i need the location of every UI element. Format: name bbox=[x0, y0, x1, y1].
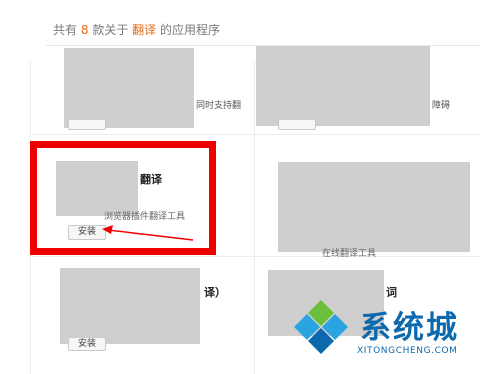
search-keyword: 翻译 bbox=[132, 23, 157, 37]
result-count: 8 bbox=[80, 23, 89, 37]
results-summary: 共有 8 款关于 翻译 的应用程序 bbox=[53, 21, 220, 38]
watermark-logo-icon bbox=[294, 300, 348, 354]
summary-middle: 款关于 bbox=[92, 23, 129, 37]
pointer-arrow bbox=[102, 225, 194, 241]
app-card-description: 障碍 bbox=[432, 101, 451, 111]
app-card-redacted bbox=[278, 162, 470, 252]
grid-divider bbox=[30, 256, 480, 257]
install-button[interactable]: 安装 bbox=[68, 337, 106, 351]
summary-prefix: 共有 bbox=[53, 23, 78, 37]
install-button[interactable] bbox=[278, 120, 316, 130]
app-card-description: 在线翻译工具 bbox=[322, 249, 377, 259]
grid-divider bbox=[254, 46, 255, 374]
watermark-brand: 系统城 bbox=[360, 310, 459, 346]
watermark-url: XITONGCHENG.COM bbox=[357, 346, 458, 356]
app-card-redacted bbox=[64, 48, 194, 128]
app-card-title: 词 bbox=[386, 286, 397, 299]
summary-suffix: 的应用程序 bbox=[160, 23, 221, 37]
app-card-redacted bbox=[60, 268, 200, 344]
install-button[interactable] bbox=[68, 120, 106, 130]
app-card-title: 译） bbox=[204, 286, 226, 299]
app-card-description: 同时支持翻 bbox=[196, 101, 242, 111]
app-card-redacted bbox=[256, 46, 430, 126]
grid-divider bbox=[30, 134, 480, 135]
